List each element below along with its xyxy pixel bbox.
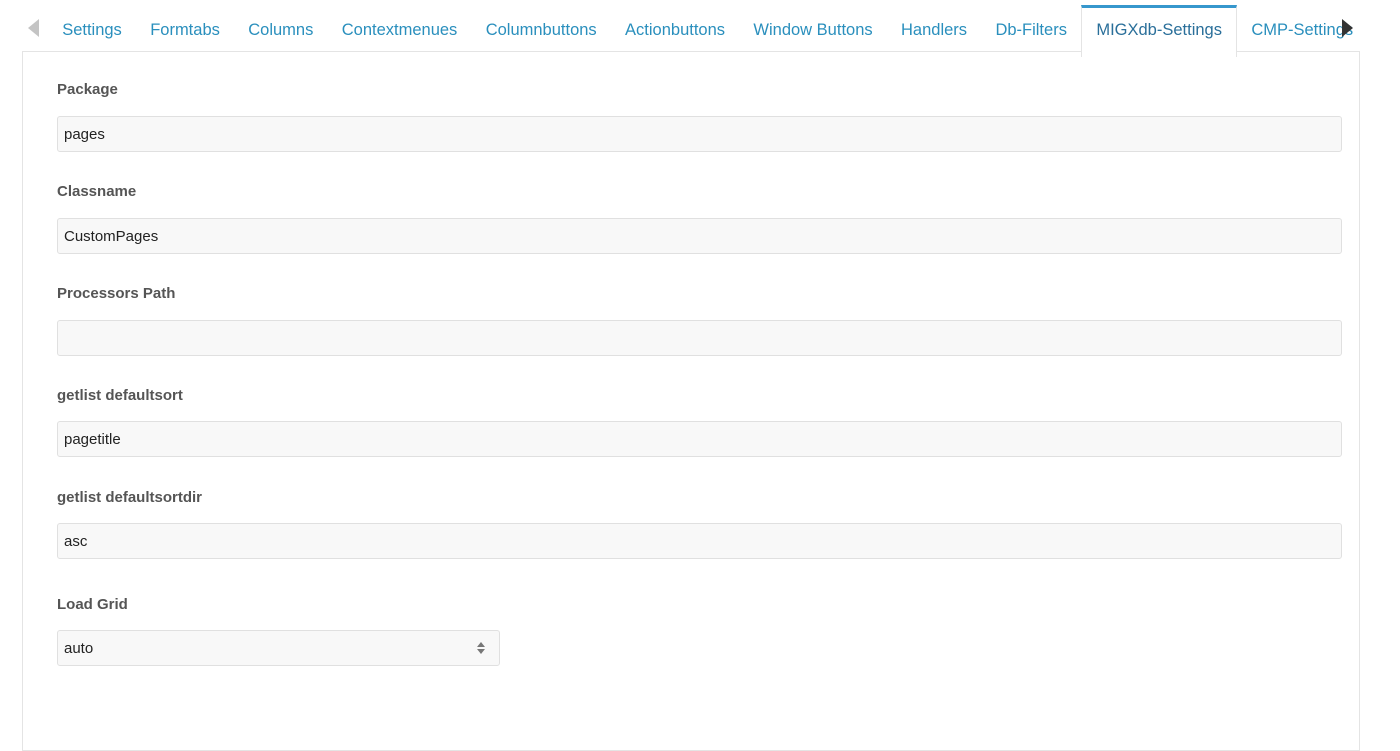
processors-path-input[interactable] [57, 320, 1342, 356]
tab-scroll-left-button[interactable] [27, 16, 41, 40]
migxdb-settings-panel: Package Classname Processors Path getlis… [22, 51, 1360, 751]
tab-scroll-right-button[interactable] [1340, 16, 1354, 40]
tab-columns[interactable]: Columns [234, 0, 327, 51]
tab-actionbuttons[interactable]: Actionbuttons [611, 0, 739, 51]
load-grid-label: Load Grid [57, 596, 128, 613]
tab-bar: Settings Formtabs Columns Contextmenues Colu… [0, 0, 1400, 57]
tab-migxdb-settings[interactable]: MIGXdb-Settings [1081, 5, 1238, 57]
load-grid-select[interactable]: auto [57, 630, 500, 666]
load-grid-selected-value: auto [64, 639, 94, 657]
triangle-left-icon [28, 19, 39, 37]
getlist-defaultsort-input[interactable] [57, 421, 1342, 457]
classname-input[interactable] [57, 218, 1342, 254]
tab-list: Settings Formtabs Columns Contextmenues Colu… [48, 0, 1367, 57]
tab-formtabs[interactable]: Formtabs [136, 0, 234, 51]
up-down-arrows-icon [477, 642, 485, 654]
tab-settings[interactable]: Settings [48, 0, 136, 51]
tab-handlers[interactable]: Handlers [887, 0, 981, 51]
getlist-defaultsort-label: getlist defaultsort [57, 387, 183, 404]
package-label: Package [57, 81, 118, 98]
triangle-right-icon [1342, 19, 1353, 37]
tab-window-buttons[interactable]: Window Buttons [739, 0, 887, 51]
package-input[interactable] [57, 116, 1342, 152]
tab-db-filters[interactable]: Db-Filters [981, 0, 1081, 51]
getlist-defaultsortdir-input[interactable] [57, 523, 1342, 559]
getlist-defaultsortdir-label: getlist defaultsortdir [57, 489, 203, 506]
processors-path-label: Processors Path [57, 285, 176, 302]
tab-columnbuttons[interactable]: Columnbuttons [472, 0, 611, 51]
tab-contextmenues[interactable]: Contextmenues [328, 0, 472, 51]
classname-label: Classname [57, 183, 137, 200]
